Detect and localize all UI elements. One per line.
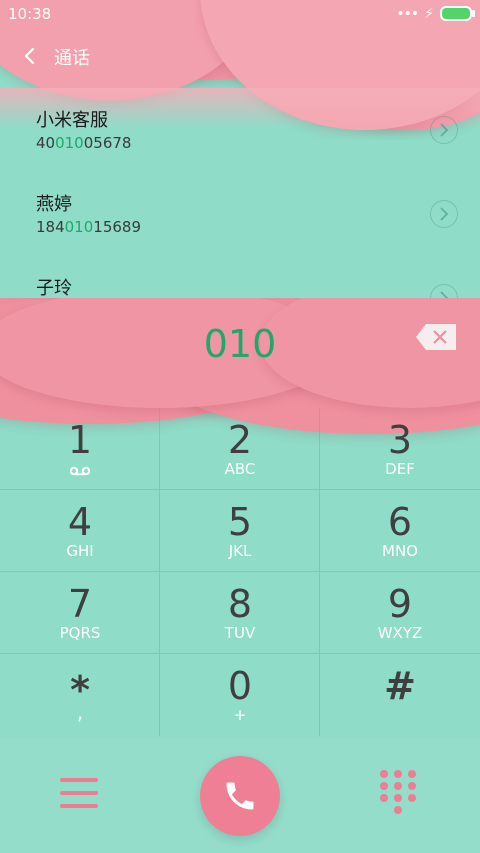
key-digit: 0: [227, 664, 253, 708]
contact-detail-button[interactable]: [430, 116, 458, 144]
key-star[interactable]: * ,: [0, 654, 160, 736]
contact-name: 小米客服: [36, 110, 108, 131]
backspace-icon[interactable]: [416, 324, 456, 350]
key-digit: 7: [67, 582, 93, 626]
key-digit: 1: [67, 418, 93, 462]
result-item[interactable]: 小米客服 4001005678: [0, 88, 480, 172]
key-letters: PQRS: [59, 624, 101, 642]
key-digit: 6: [387, 500, 413, 544]
key-letters: JKL: [228, 542, 252, 560]
battery-icon: [440, 6, 475, 21]
key-6[interactable]: 6 MNO: [320, 490, 480, 572]
key-letters: GHI: [66, 542, 94, 560]
contact-results: 小米客服 4001005678 燕婷 18401015689 子玲: [0, 88, 480, 312]
contact-name: 燕婷: [36, 194, 72, 215]
chevron-right-icon: [440, 123, 449, 137]
bottom-bar: [0, 738, 480, 853]
charging-icon: ⚡: [424, 5, 434, 22]
key-2[interactable]: 2 ABC: [160, 408, 320, 490]
key-5[interactable]: 5 JKL: [160, 490, 320, 572]
key-7[interactable]: 7 PQRS: [0, 572, 160, 654]
contact-detail-button[interactable]: [430, 200, 458, 228]
key-digit: 9: [387, 582, 413, 626]
notification-dots-icon: •••: [396, 5, 419, 22]
number-match: 010: [64, 218, 94, 236]
page-title: 通话: [54, 48, 90, 69]
result-item[interactable]: 燕婷 18401015689: [0, 172, 480, 256]
key-4[interactable]: 4 GHI: [0, 490, 160, 572]
key-8[interactable]: 8 TUV: [160, 572, 320, 654]
key-hash[interactable]: #: [320, 654, 480, 736]
key-digit: 4: [67, 500, 93, 544]
chevron-right-icon: [440, 207, 449, 221]
key-digit: #: [384, 664, 416, 708]
voicemail-icon: [70, 466, 90, 476]
keypad: 1 2 ABC 3 DEF 4 GHI 5 JKL 6 MNO 7 PQRS 8…: [0, 408, 480, 738]
key-9[interactable]: 9 WXYZ: [320, 572, 480, 654]
key-letters: ,: [76, 700, 84, 724]
dialed-number: 010: [203, 322, 277, 366]
key-digit: 8: [227, 582, 253, 626]
key-letters: WXYZ: [377, 624, 423, 642]
contact-name: 子玲: [36, 278, 72, 299]
dialpad-icon[interactable]: [380, 770, 420, 820]
key-1[interactable]: 1: [0, 408, 160, 490]
dialer-screen: 10:38 ••• ⚡ 通话 小米客服 4001005678 燕婷 184010…: [0, 0, 480, 853]
key-letters: MNO: [382, 542, 418, 560]
status-time: 10:38: [8, 5, 52, 23]
title-bar: 通话: [0, 36, 480, 80]
phone-icon: [226, 782, 254, 810]
status-bar: 10:38 ••• ⚡: [0, 0, 480, 28]
number-match: 010: [55, 134, 84, 152]
call-button[interactable]: [200, 756, 280, 836]
chevron-left-icon[interactable]: [18, 44, 42, 68]
key-letters: DEF: [385, 460, 415, 478]
contact-number: 4001005678: [36, 134, 132, 152]
key-digit: 5: [227, 500, 253, 544]
key-0[interactable]: 0 +: [160, 654, 320, 736]
key-letters: TUV: [224, 624, 256, 642]
key-letters: ABC: [224, 460, 256, 478]
menu-icon[interactable]: [60, 778, 98, 812]
key-3[interactable]: 3 DEF: [320, 408, 480, 490]
key-digit: 3: [387, 418, 413, 462]
status-icons: ••• ⚡: [396, 5, 475, 22]
key-letters: +: [233, 706, 247, 724]
key-digit: 2: [227, 418, 253, 462]
contact-number: 18401015689: [36, 218, 141, 236]
